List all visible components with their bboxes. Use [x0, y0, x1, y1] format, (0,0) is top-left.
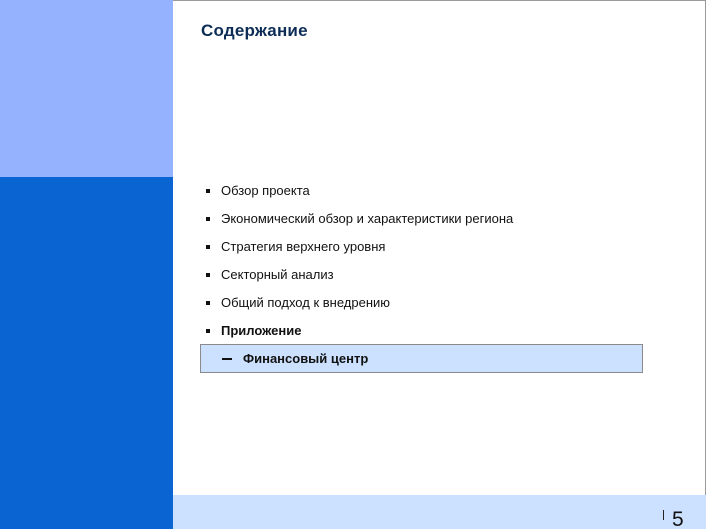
agenda-item-label: Стратегия верхнего уровня	[221, 239, 386, 254]
agenda-item-economic-overview[interactable]: Экономический обзор и характеристики рег…	[200, 205, 643, 233]
agenda-item-implementation[interactable]: Общий подход к внедрению	[200, 289, 643, 317]
bullet-icon	[206, 273, 210, 277]
footer-band	[173, 495, 706, 529]
slide-title: Содержание	[201, 21, 308, 40]
sidebar-top-panel	[0, 0, 173, 177]
agenda-subitem-label: Финансовый центр	[243, 351, 369, 366]
agenda-subitem-financial-center[interactable]: Финансовый центр	[200, 344, 643, 373]
bullet-icon	[206, 217, 210, 221]
agenda-item-label: Обзор проекта	[221, 183, 310, 198]
sidebar-bottom-panel	[0, 177, 173, 529]
agenda-item-label: Секторный анализ	[221, 267, 334, 282]
bullet-icon	[206, 245, 210, 249]
dash-icon	[222, 358, 232, 360]
agenda-item-label: Экономический обзор и характеристики рег…	[221, 211, 514, 226]
agenda-item-appendix[interactable]: Приложение	[200, 317, 643, 345]
bullet-icon	[206, 189, 210, 193]
agenda-item-strategy[interactable]: Стратегия верхнего уровня	[200, 233, 643, 261]
agenda-item-project-overview[interactable]: Обзор проекта	[200, 177, 643, 205]
agenda-item-sector-analysis[interactable]: Секторный анализ	[200, 261, 643, 289]
agenda-item-label: Приложение	[221, 323, 302, 338]
page-number: 5	[672, 508, 684, 531]
page-number-separator	[663, 510, 664, 520]
bullet-icon	[206, 301, 210, 305]
agenda-list: Обзор проекта Экономический обзор и хара…	[200, 177, 643, 345]
bullet-icon	[206, 329, 210, 333]
agenda-item-label: Общий подход к внедрению	[221, 295, 391, 310]
